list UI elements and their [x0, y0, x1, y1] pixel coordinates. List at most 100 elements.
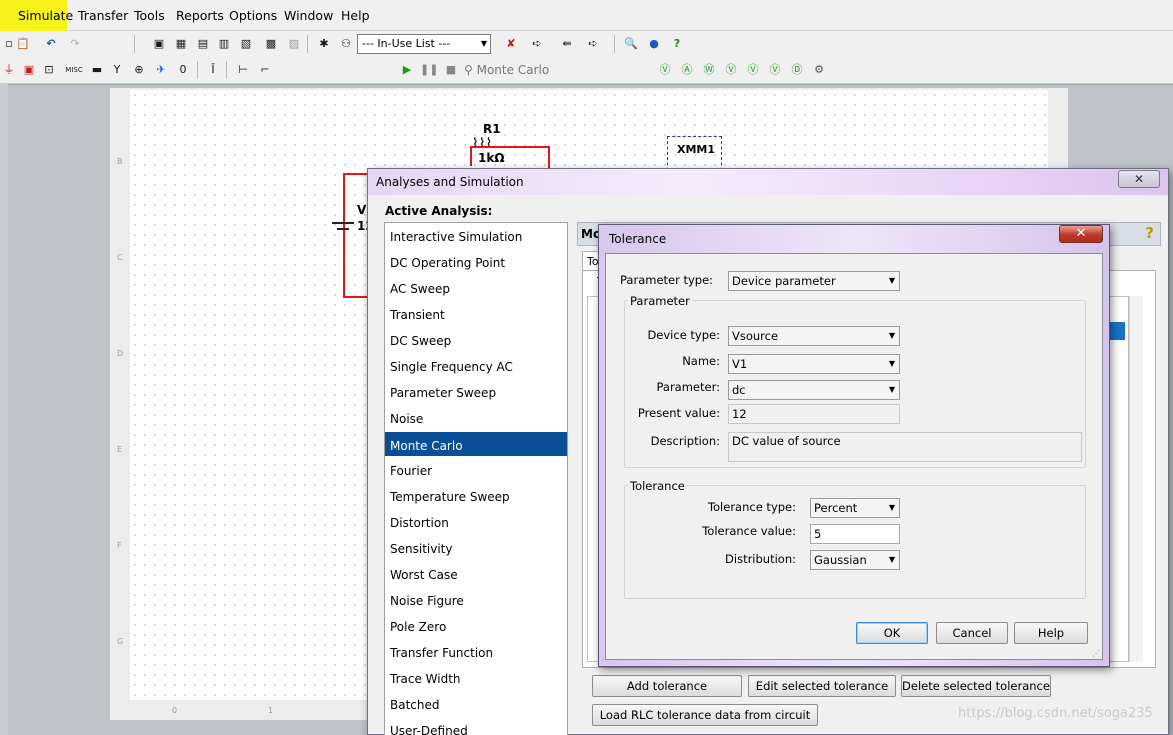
hierarchy-icon[interactable]: ⚇ [337, 35, 355, 53]
list-item[interactable]: Trace Width [390, 672, 461, 686]
electromechanical-icon[interactable]: ⊕ [130, 61, 148, 79]
vertical-scrollbar[interactable] [1129, 296, 1143, 662]
probe-settings-icon[interactable]: ⚙ [810, 61, 828, 79]
description-icon[interactable]: ▨ [285, 35, 303, 53]
menu-options[interactable]: Options [229, 8, 277, 23]
source-icon[interactable]: ⏚ [0, 61, 18, 79]
list-item[interactable]: Batched [390, 698, 440, 712]
list-item[interactable]: Transfer Function [390, 646, 493, 660]
delete-tolerance-button[interactable]: Delete selected tolerance [901, 675, 1051, 697]
active-analysis-label: Active Analysis: [385, 204, 493, 218]
stop-icon[interactable]: ■ [442, 61, 460, 79]
v1-name[interactable]: V [357, 203, 366, 217]
close-icon[interactable]: ✕ [1118, 170, 1160, 188]
diode-icon[interactable]: ⊡ [40, 61, 58, 79]
redo-icon[interactable]: ↷ [66, 35, 84, 53]
parameter-type-dropdown[interactable]: Device parameter ▼ [728, 271, 900, 291]
fullscreen-icon[interactable]: ▣ [150, 35, 168, 53]
distribution-dropdown[interactable]: Gaussian ▼ [810, 550, 900, 570]
antenna-icon[interactable]: Y [108, 61, 126, 79]
menu-transfer[interactable]: Transfer [78, 8, 128, 23]
monte-carlo-toolbar-button[interactable]: ⚲ Monte Carlo [464, 61, 549, 79]
load-rlc-tolerance-button[interactable]: Load RLC tolerance data from circuit [592, 704, 818, 726]
diff-voltage-probe-icon[interactable]: Ⓥ [722, 61, 740, 79]
list-item[interactable]: Interactive Simulation [390, 230, 522, 244]
transfer-icon[interactable]: ➪ [584, 35, 602, 53]
erc-icon[interactable]: ✘ [502, 35, 520, 53]
indicator-icon[interactable]: ▬ [88, 61, 106, 79]
battery-icon[interactable] [332, 222, 354, 224]
list-item[interactable]: Sensitivity [390, 542, 452, 556]
ok-button[interactable]: OK [856, 622, 928, 644]
list-item[interactable]: User-Defined [390, 724, 468, 735]
pause-icon[interactable]: ❚❚ [420, 61, 438, 79]
list-item[interactable]: Temperature Sweep [390, 490, 510, 504]
spreadsheet-icon[interactable]: ▤ [194, 35, 212, 53]
resistor-icon[interactable]: ⌇⌇⌇ [472, 136, 493, 152]
parameter-dropdown[interactable]: dc ▼ [728, 380, 900, 400]
back-annotate-icon[interactable]: ⇚ [558, 35, 576, 53]
description-label: Description: [650, 434, 720, 448]
menu-window[interactable]: Window [284, 8, 333, 23]
digital-probe-icon[interactable]: Ⓓ [788, 61, 806, 79]
rf-icon[interactable]: ✈ [152, 61, 170, 79]
run-icon[interactable]: ▶ [398, 61, 416, 79]
list-item[interactable]: Fourier [390, 464, 432, 478]
undo-icon[interactable]: ↶ [42, 35, 60, 53]
menu-reports[interactable]: Reports [176, 8, 224, 23]
list-item[interactable]: DC Sweep [390, 334, 451, 348]
basic-icon[interactable]: ▣ [20, 61, 38, 79]
list-item[interactable]: Worst Case [390, 568, 458, 582]
reference-probe-icon[interactable]: Ⓥ [766, 61, 784, 79]
misc-icon[interactable]: MISC [62, 61, 86, 79]
paste-icon[interactable]: 📋 [14, 35, 32, 53]
postprocessor-icon[interactable]: ▩ [262, 35, 280, 53]
list-item[interactable]: DC Operating Point [390, 256, 505, 270]
list-item[interactable]: Noise [390, 412, 423, 426]
globe-icon[interactable]: ● [645, 35, 663, 53]
current-probe-icon[interactable]: Ⓐ [678, 61, 696, 79]
bus-icon[interactable]: Ī [204, 61, 222, 79]
menu-simulate[interactable]: Simulate [18, 8, 73, 23]
grapher-icon[interactable]: ▧ [237, 35, 255, 53]
cancel-button[interactable]: Cancel [936, 622, 1008, 644]
help-button[interactable]: Help [1014, 622, 1088, 644]
tolerance-value-input[interactable]: 5 [810, 524, 900, 544]
analysis-list[interactable]: Interactive Simulation DC Operating Poin… [384, 222, 568, 735]
list-item[interactable]: Transient [390, 308, 445, 322]
r1-value[interactable]: 1kΩ [478, 151, 505, 165]
connector-icon[interactable]: ⌐ [256, 61, 274, 79]
list-item[interactable]: Single Frequency AC [390, 360, 513, 374]
close-icon[interactable]: ✕ [1059, 225, 1103, 243]
component-wizard-icon[interactable]: ✱ [315, 35, 333, 53]
zoom-icon[interactable]: 🔍 [622, 35, 640, 53]
help-icon[interactable]: ? [1145, 224, 1154, 242]
database-icon[interactable]: ▥ [215, 35, 233, 53]
list-item[interactable]: AC Sweep [390, 282, 450, 296]
list-item[interactable]: Pole Zero [390, 620, 446, 634]
add-tolerance-button[interactable]: Add tolerance [592, 675, 742, 697]
menu-help[interactable]: Help [341, 8, 370, 23]
voltage-probe-icon[interactable]: Ⓥ [656, 61, 674, 79]
device-type-dropdown[interactable]: Vsource ▼ [728, 326, 900, 346]
hierarchical-block-icon[interactable]: ⊢ [234, 61, 252, 79]
forward-annotate-icon[interactable]: ➪ [528, 35, 546, 53]
left-ruler: B C D E F G [110, 90, 130, 720]
mcu-icon[interactable]: 0 [174, 61, 192, 79]
list-item[interactable]: Distortion [390, 516, 449, 530]
in-use-list-dropdown[interactable]: --- In-Use List --- ▼ [357, 34, 491, 54]
list-item-selected[interactable]: Monte Carlo [390, 439, 463, 453]
grid-icon[interactable]: ▦ [172, 35, 190, 53]
list-item[interactable]: Noise Figure [390, 594, 464, 608]
help-icon[interactable]: ? [668, 35, 686, 53]
menu-tools[interactable]: Tools [134, 8, 165, 23]
r1-name[interactable]: R1 [483, 122, 501, 136]
resize-grip-icon[interactable]: ⋰ [1092, 649, 1100, 658]
edit-tolerance-button[interactable]: Edit selected tolerance [748, 675, 896, 697]
list-item[interactable]: Parameter Sweep [390, 386, 496, 400]
voltage-current-probe-icon[interactable]: Ⓥ [744, 61, 762, 79]
tolerance-type-dropdown[interactable]: Percent ▼ [810, 498, 900, 518]
tolerance-dialog: Tolerance ✕ Parameter type: Device param… [598, 224, 1110, 667]
power-probe-icon[interactable]: Ⓦ [700, 61, 718, 79]
name-dropdown[interactable]: V1 ▼ [728, 354, 900, 374]
